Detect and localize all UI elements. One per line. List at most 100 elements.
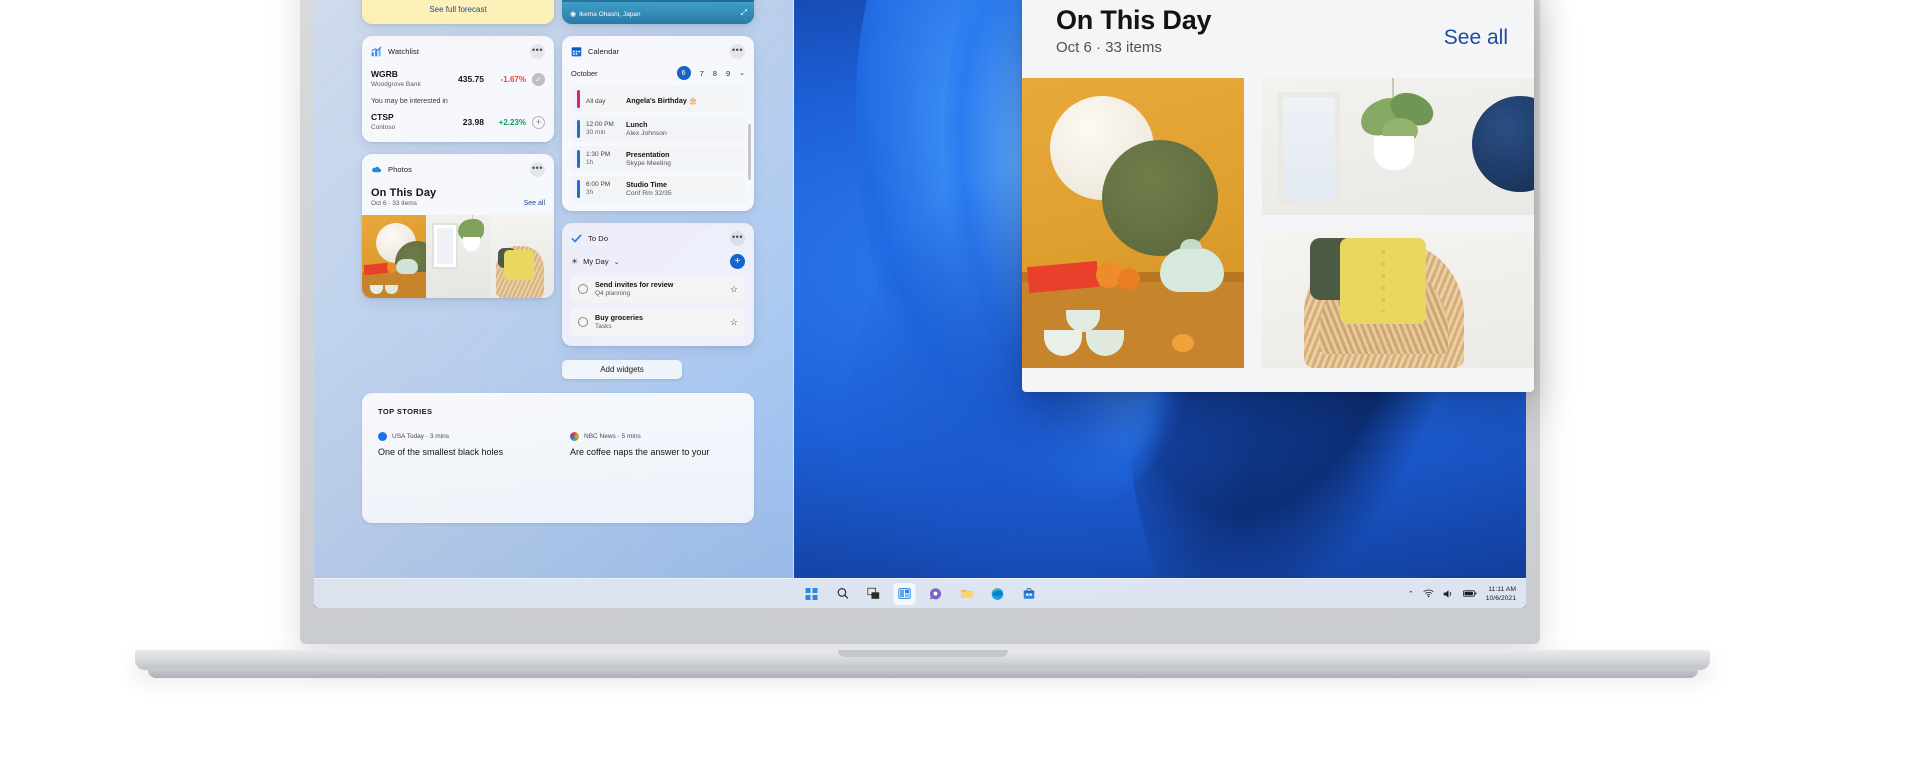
task-checkbox[interactable] [578,317,588,327]
event-subtitle: Skype Meeting [626,160,671,167]
todo-more-button[interactable]: ••• [730,231,745,246]
travel-widget[interactable]: ◉ Ikema Ohashi, Japan ⤢ [562,0,754,24]
stock-names: WGRB Woodgrove Bank [371,69,449,89]
news-item[interactable]: NBC News · 5 mins Are coffee naps the an… [570,432,738,459]
star-icon[interactable]: ☆ [730,317,738,328]
calendar-day[interactable]: 8 [713,69,717,78]
battery-icon[interactable] [1462,589,1477,598]
start-icon[interactable] [801,583,823,605]
volume-icon[interactable] [1443,589,1454,599]
on-this-day-panel: On This Day Oct 6 · 33 items See all [1022,0,1534,392]
task-title: Buy groceries [595,313,643,322]
screenshot-root: See full forecast Watchlist ••• WGRB Woo… [0,0,1920,760]
chat-icon[interactable] [925,583,947,605]
photo-thumbnail[interactable] [426,215,490,298]
chevron-down-icon[interactable]: ⌄ [739,69,745,77]
news-source-row: USA Today · 3 mins [378,432,546,441]
file-explorer-icon[interactable] [956,583,978,605]
stock-add-icon[interactable]: + [532,115,545,129]
stock-company: Contoso [371,124,396,131]
calendar-month-label: October [571,68,598,78]
task-view-icon[interactable] [863,583,885,605]
todo-header: To Do ••• [562,223,754,250]
taskbar-clock[interactable]: 11:11 AM 10/6/2021 [1486,585,1516,603]
watchlist-title: Watchlist [388,47,420,56]
stock-price: 23.98 [462,117,484,127]
top-stories-label: TOP STORIES [378,407,433,416]
watchlist-interested-label: You may be interested in [371,98,448,105]
photos-widget: Photos ••• On This Day Oct 6 · 33 items … [362,154,554,298]
calendar-day-strip: 6 7 8 9 ⌄ [676,66,745,80]
event-duration: 3h [586,189,594,196]
photos-more-button[interactable]: ••• [530,162,545,177]
add-widgets-button[interactable]: Add widgets [562,360,682,379]
calendar-icon [571,47,582,57]
edge-icon[interactable] [987,583,1009,605]
stock-symbol: WGRB [371,69,398,79]
weather-widget[interactable]: See full forecast [362,0,554,24]
photo-thumbnail[interactable] [490,215,554,298]
watchlist-row[interactable]: WGRB Woodgrove Bank 435.75 -1.67% ✓ [362,63,554,89]
clock-time: 11:11 AM [1488,585,1516,593]
todo-task[interactable]: Buy groceries Tasks ☆ [571,308,745,336]
expand-icon[interactable]: ⤢ [741,8,747,18]
event-time: 6:00 PM [586,180,611,188]
calendar-event[interactable]: 6:00 PM 3h Studio Time Conf Rm 32/35 [571,176,745,202]
event-title: Lunch [626,120,648,129]
taskbar-icons [801,582,1040,605]
watchlist-row[interactable]: CTSP Contoso 23.98 +2.23% + [362,112,554,142]
todo-check-icon [571,234,582,243]
calendar-day-today[interactable]: 6 [676,66,691,80]
chevron-down-icon[interactable]: ⌄ [614,258,620,266]
task-subtitle: Tasks [595,323,612,330]
calendar-event[interactable]: All day Angela's Birthday 🎂 [571,86,745,112]
calendar-more-button[interactable]: ••• [730,44,745,59]
calendar-month-row: October 6 7 8 9 ⌄ [562,63,754,86]
widgets-icon[interactable] [893,582,916,605]
chevron-up-icon[interactable]: ⌃ [1408,590,1414,598]
see-full-forecast-link[interactable]: See full forecast [362,5,554,14]
photo-thumbnail-strip [362,215,554,298]
task-checkbox[interactable] [578,284,588,294]
calendar-event[interactable]: 1:30 PM 1h Presentation Skype Meeting [571,146,745,172]
add-task-button[interactable]: + [730,254,745,269]
stock-change: -1.67% [500,74,526,84]
laptop-foot [148,668,1698,678]
event-title: Angela's Birthday 🎂 [626,96,698,105]
usa-today-icon [378,432,387,441]
photo-large[interactable] [1022,78,1244,368]
top-stories-row: USA Today · 3 mins One of the smallest b… [378,432,738,459]
calendar-widget: Calendar ••• October 6 7 8 9 ⌄ All day A… [562,36,754,211]
photos-see-all-link[interactable]: See all [524,200,545,207]
event-subtitle: Conf Rm 32/35 [626,190,672,197]
todo-widget: To Do ••• ☀ My Day ⌄ + Send invites for … [562,223,754,346]
search-icon[interactable] [832,583,854,605]
calendar-day[interactable]: 9 [726,69,730,78]
calendar-scrollbar[interactable] [748,124,751,180]
taskbar: ⌃ 11:11 AM 10/6/2021 [314,578,1526,608]
widgets-column-right: ◉ Ikema Ohashi, Japan ⤢ Calendar ••• Oct… [562,0,754,358]
clock-date: 10/6/2021 [1485,594,1516,602]
calendar-event[interactable]: 12:00 PM 30 min Lunch Alex Johnson [571,116,745,142]
task-subtitle: Q4 planning [595,290,631,297]
stock-followed-icon[interactable]: ✓ [532,72,545,86]
event-time: 1:30 PM [586,150,611,158]
on-this-day-header: On This Day Oct 6 · 33 items See all [1022,0,1534,66]
stock-names: CTSP Contoso [371,112,449,132]
panel-edge-fade [1480,0,1534,392]
photo-thumbnail[interactable] [362,215,426,298]
photos-headline: On This Day [371,187,437,199]
news-item[interactable]: USA Today · 3 mins One of the smallest b… [378,432,546,459]
on-this-day-photo-grid [1022,78,1534,392]
laptop-base [135,650,1710,670]
event-title: Presentation [626,150,670,159]
wifi-icon[interactable] [1423,589,1434,598]
todo-list-row[interactable]: ☀ My Day ⌄ + [562,250,754,275]
store-icon[interactable] [1018,583,1040,605]
widgets-board: See full forecast Watchlist ••• WGRB Woo… [314,0,794,578]
star-icon[interactable]: ☆ [730,284,738,295]
todo-task[interactable]: Send invites for review Q4 planning ☆ [571,275,745,303]
watchlist-more-button[interactable]: ••• [530,44,545,59]
calendar-day[interactable]: 7 [700,69,704,78]
event-time: All day [586,98,606,105]
